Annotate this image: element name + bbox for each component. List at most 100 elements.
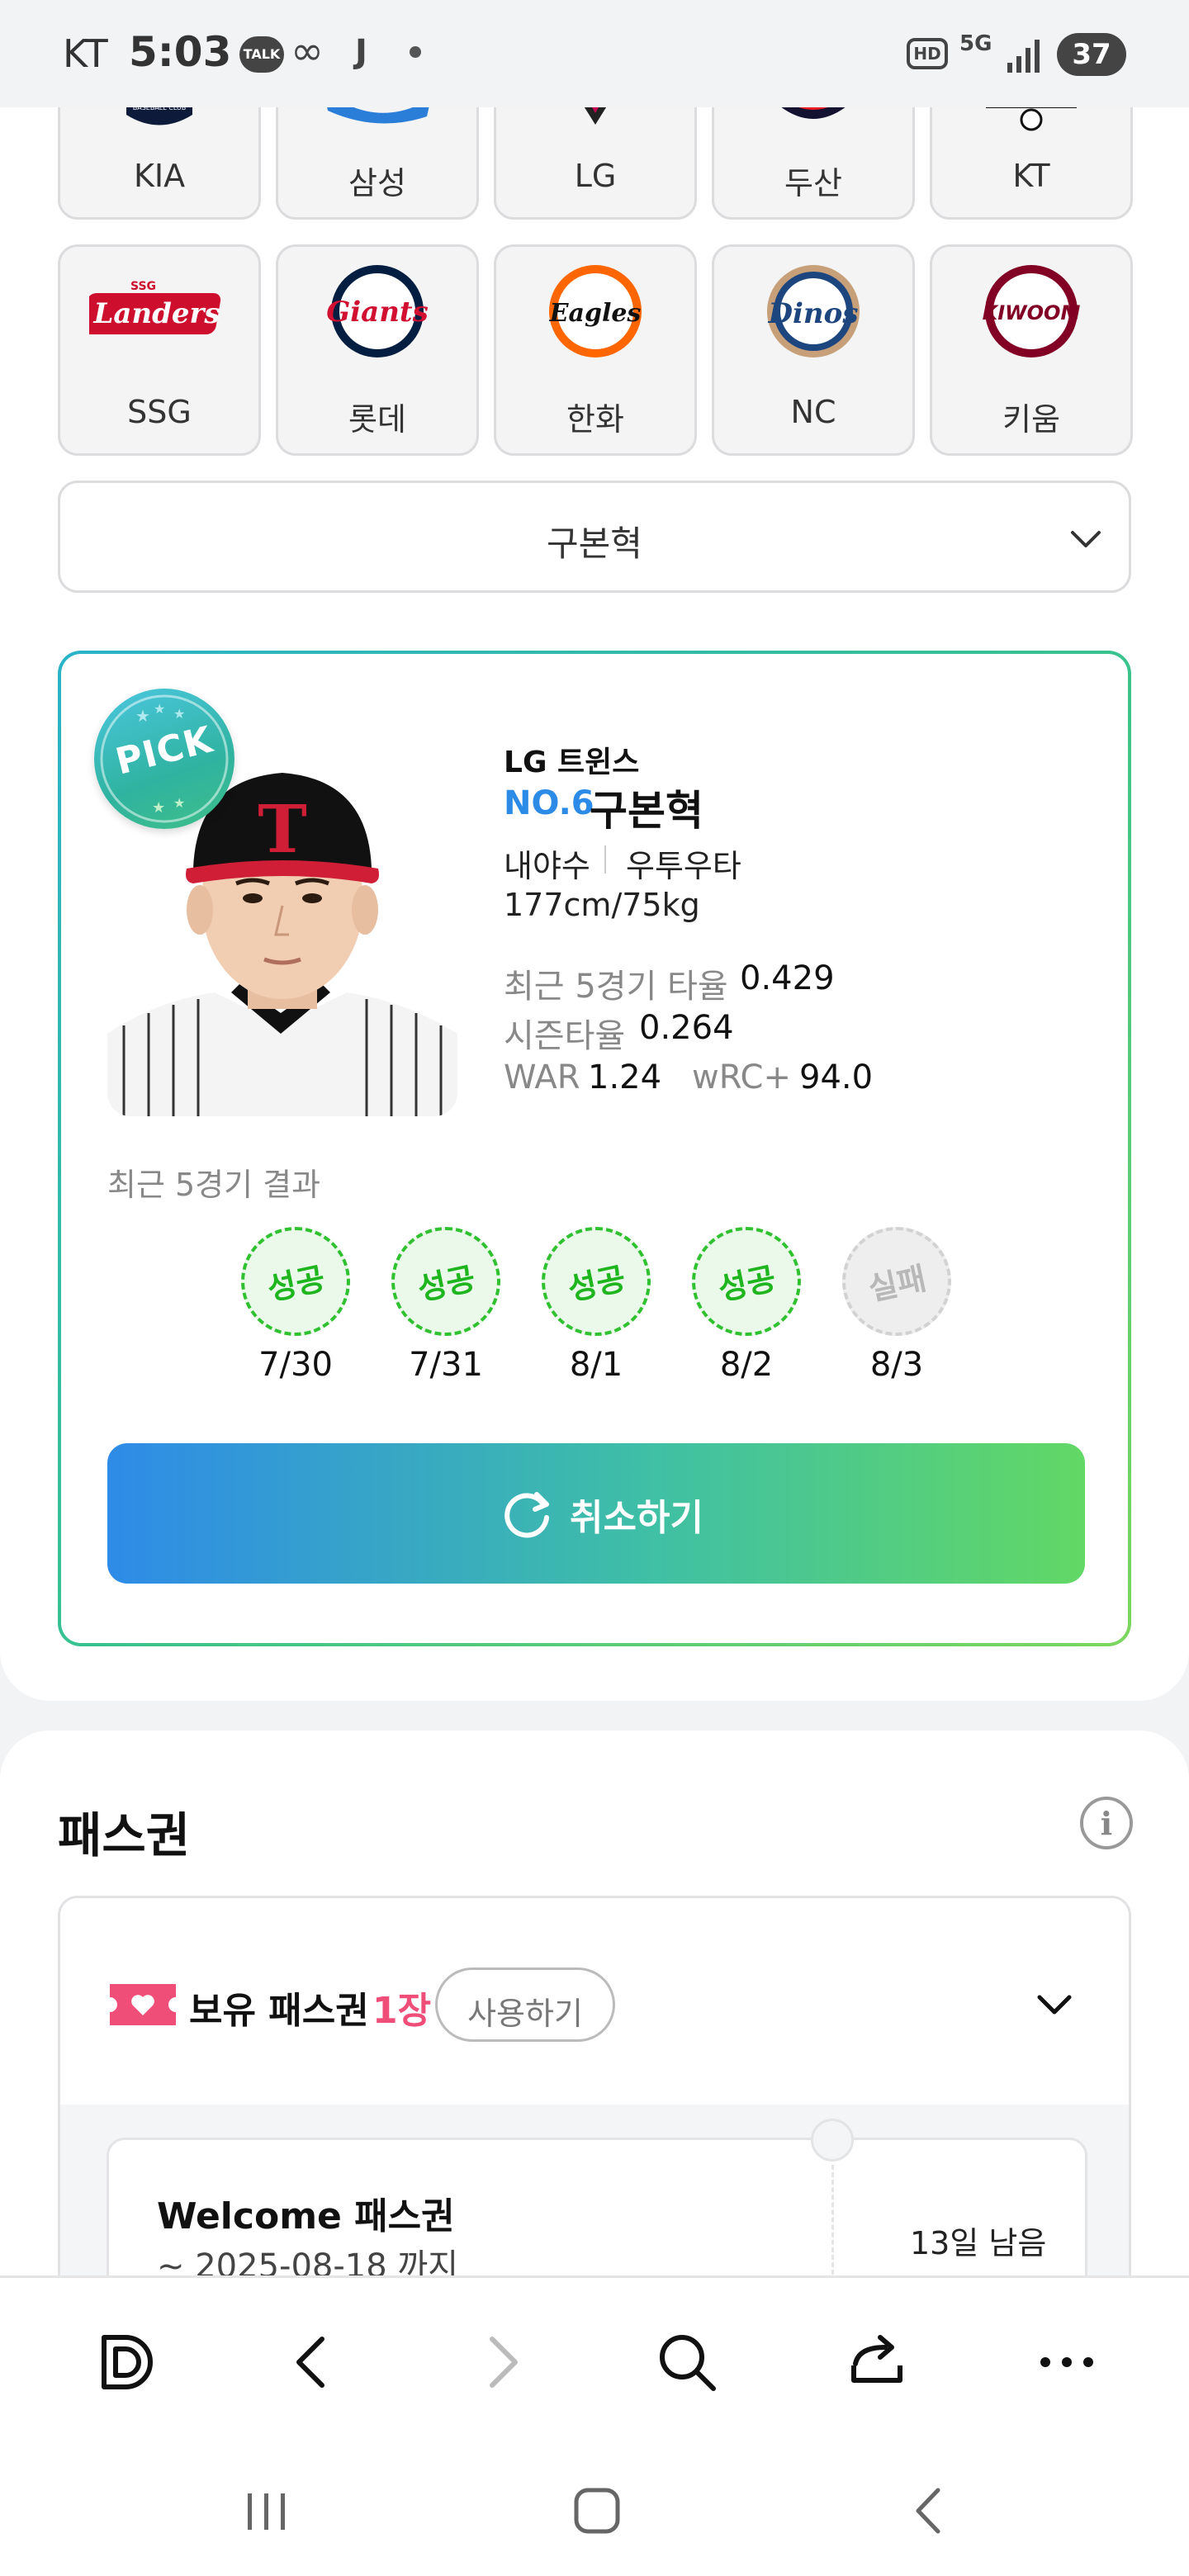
result-status: 성공 <box>414 1260 479 1308</box>
cancel-button-label: 취소하기 <box>570 1497 703 1539</box>
player-height-weight: 177cm/75kg <box>504 887 700 923</box>
refresh-icon <box>504 1492 549 1538</box>
result-date: 7/30 <box>258 1346 333 1384</box>
team-button-kiwoom[interactable]: KIWOOM 키움 <box>930 244 1133 456</box>
recent-results-title: 최근 5경기 결과 <box>107 1167 321 1203</box>
carrier-label: KT <box>63 31 108 76</box>
team-button-lotte[interactable]: Giants 롯데 <box>276 244 479 456</box>
cancel-pick-button[interactable]: 취소하기 <box>107 1443 1085 1584</box>
recent5-avg-value: 0.429 <box>740 959 835 997</box>
svg-text:★: ★ <box>173 706 185 722</box>
hd-voice-icon: HD <box>907 38 948 69</box>
svg-text:T: T <box>258 790 307 868</box>
pass-header[interactable]: 보유 패스권 1장 사용하기 <box>60 1898 1129 2105</box>
result-date: 7/31 <box>409 1346 483 1384</box>
team-button-ssg[interactable]: Landers SSG SSG <box>58 244 261 456</box>
svg-text:★: ★ <box>135 706 150 726</box>
ssg-landers-logo-icon: Landers SSG <box>89 280 221 334</box>
result-success-stamp: 성공 <box>241 1227 350 1336</box>
player-handedness: 우투우타 <box>626 848 741 884</box>
team-button-hanwha[interactable]: Eagles 한화 <box>494 244 697 456</box>
divider <box>604 845 606 874</box>
team-name: 키움 <box>1002 401 1060 438</box>
result-success-stamp: 성공 <box>692 1227 801 1336</box>
use-pass-label: 사용하기 <box>467 1996 583 2032</box>
kiwoom-heroes-logo-icon: KIWOOM <box>983 265 1081 358</box>
kiwoom-logo-text: KIWOOM <box>983 301 1081 324</box>
status-bar: KT 5:03 TALK ∞ J HD 5G 37 <box>0 0 1189 107</box>
lotte-logo-text: Giants <box>326 296 429 329</box>
home-icon[interactable] <box>568 2482 626 2540</box>
lotte-giants-logo-icon: Giants <box>326 265 429 358</box>
svg-text:★: ★ <box>154 701 165 717</box>
team-name: NC <box>790 394 836 430</box>
nc-dinos-logo-icon: Dinos <box>767 265 860 358</box>
team-button-nc[interactable]: Dinos NC <box>712 244 915 456</box>
info-icon[interactable]: i <box>1080 1797 1133 1849</box>
result-status: 성공 <box>714 1260 779 1308</box>
player-position: 내야수 <box>504 848 590 884</box>
result-fail-stamp: 실패 <box>842 1227 951 1336</box>
war-label: WAR <box>504 1058 580 1096</box>
more-options-icon[interactable] <box>1032 2327 1101 2397</box>
recent5-avg-label: 최근 5경기 타율 <box>504 968 728 1006</box>
team-name: 한화 <box>566 401 624 438</box>
back-arrow-icon[interactable] <box>277 2327 347 2397</box>
team-name: KT <box>1012 158 1050 194</box>
share-icon[interactable] <box>842 2327 912 2397</box>
player-select-dropdown[interactable]: 구본혁 <box>58 481 1131 593</box>
team-name: 두산 <box>784 165 842 201</box>
player-name: 구본혁 <box>590 787 703 835</box>
talk-notification-icon: TALK <box>239 36 284 73</box>
season-avg-value: 0.264 <box>639 1009 734 1047</box>
result-date: 8/3 <box>869 1346 924 1384</box>
player-pick-section: BASEBALL CLUB KIA 삼성 LG 두산 KT Landers SS… <box>0 0 1189 1701</box>
ticket-heart-icon <box>110 1984 176 2025</box>
nc-logo-text: Dinos <box>768 297 859 330</box>
team-name: 삼성 <box>348 165 406 201</box>
owned-pass-count: 1장 <box>372 1990 432 2032</box>
wrc-value: 94.0 <box>799 1058 874 1096</box>
result-status: 실패 <box>865 1260 930 1308</box>
coupon-remaining: 13일 남음 <box>910 2225 1047 2261</box>
result-date: 8/1 <box>569 1346 623 1384</box>
team-name: SSG <box>127 394 192 430</box>
forward-arrow-icon[interactable] <box>467 2327 537 2397</box>
ssg-logo-text: Landers <box>92 297 220 330</box>
clock-time: 5:03 <box>129 28 232 76</box>
chevron-down-icon[interactable] <box>1030 1981 1079 2030</box>
pass-section-title: 패스권 <box>58 1807 191 1863</box>
team-name: LG <box>574 158 617 194</box>
season-avg-label: 시즌타율 <box>504 1017 626 1055</box>
infinity-notification-icon: ∞ <box>291 28 324 74</box>
result-date: 8/2 <box>719 1346 774 1384</box>
war-value: 1.24 <box>588 1058 662 1096</box>
svg-text:★: ★ <box>152 799 165 817</box>
result-status: 성공 <box>263 1260 329 1308</box>
pick-badge: ★ ★ ★ ★ ★ PICK <box>94 689 234 829</box>
team-name: 롯데 <box>348 401 406 438</box>
hanwha-eagles-logo-icon: Eagles <box>549 265 642 358</box>
system-back-icon[interactable] <box>900 2482 958 2540</box>
browser-toolbar <box>0 2275 1189 2441</box>
search-icon[interactable] <box>652 2327 722 2397</box>
result-success-stamp: 성공 <box>542 1227 651 1336</box>
d-home-icon[interactable] <box>92 2327 162 2397</box>
more-notifications-dot-icon <box>410 46 421 58</box>
hanwha-logo-text: Eagles <box>549 299 642 328</box>
player-card-body: T ★ ★ ★ ★ ★ PICK LG 트윈스 NO.6 구본혁 내야수 우투우… <box>61 654 1128 1643</box>
wrc-label: wRC+ <box>692 1058 791 1096</box>
use-pass-button[interactable]: 사용하기 <box>435 1968 615 2042</box>
signal-strength-icon <box>1007 40 1040 73</box>
network-5g-icon: 5G <box>959 31 992 56</box>
coupon-notch <box>811 2119 854 2162</box>
team-name: KIA <box>133 158 186 194</box>
recent-apps-icon[interactable] <box>238 2482 296 2540</box>
system-navigation-bar <box>0 2441 1189 2576</box>
svg-text:★: ★ <box>173 795 185 811</box>
result-status: 성공 <box>564 1260 629 1308</box>
chevron-down-icon <box>1071 531 1101 547</box>
owned-pass-label: 보유 패스권 <box>189 1990 369 2032</box>
selected-player: 구본혁 <box>547 523 642 564</box>
battery-icon: 37 <box>1057 33 1126 76</box>
